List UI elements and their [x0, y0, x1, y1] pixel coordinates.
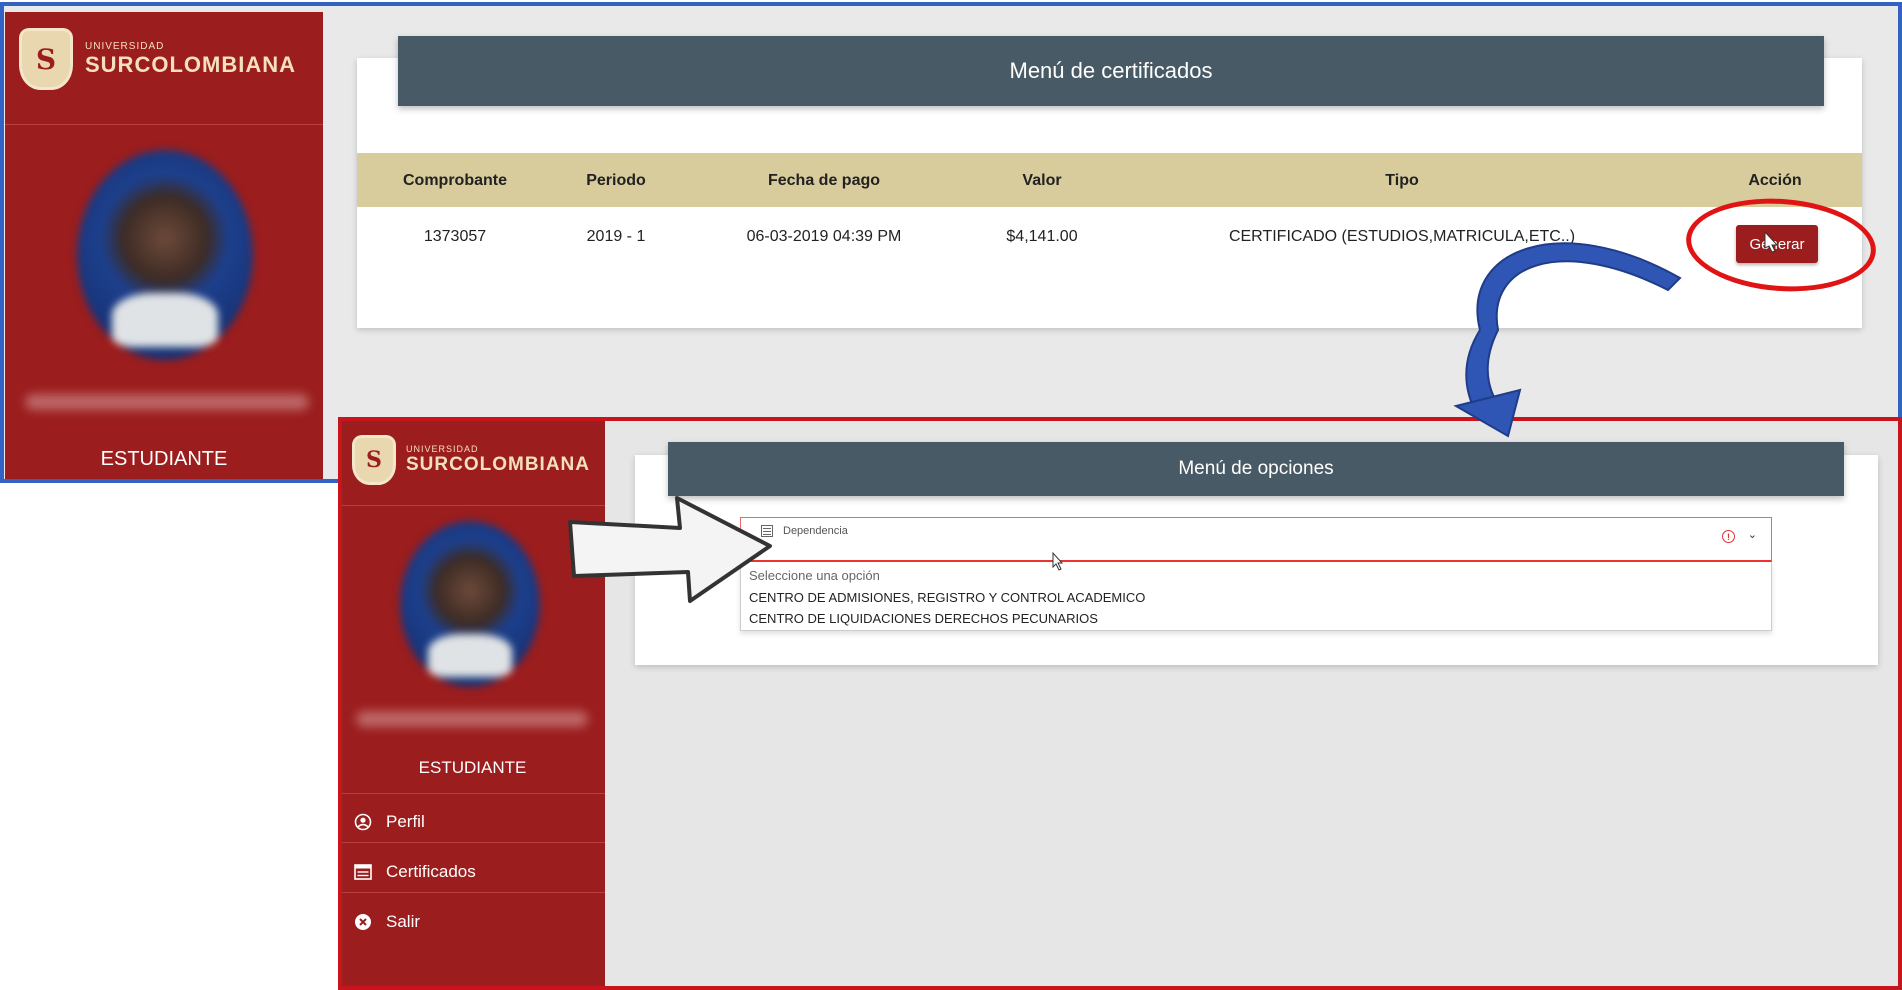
- sidebar-item-label: Salir: [386, 912, 421, 931]
- options-screen: S UNIVERSIDAD SURCOLOMBIANA ESTUDIANTE P…: [340, 419, 1902, 990]
- certificates-screen: S UNIVERSIDAD SURCOLOMBIANA ESTUDIANTE M…: [2, 4, 1899, 482]
- sidebar-item-label: Certificados: [386, 862, 476, 881]
- error-icon: !: [1722, 530, 1735, 543]
- column-header-accion: Acción: [1748, 172, 1802, 189]
- university-logo: S UNIVERSIDAD SURCOLOMBIANA: [352, 435, 590, 485]
- divider: [5, 124, 323, 125]
- logo-prefix: UNIVERSIDAD: [406, 444, 479, 454]
- sidebar-item-perfil[interactable]: Perfil: [354, 812, 425, 832]
- dropdown-list: Seleccione una opción CENTRO DE ADMISION…: [740, 562, 1772, 631]
- role-label: ESTUDIANTE: [418, 758, 527, 777]
- dropdown-placeholder[interactable]: Seleccione una opción: [749, 568, 880, 583]
- column-header-tipo: Tipo: [1385, 172, 1419, 189]
- column-header-fecha-pago: Fecha de pago: [767, 172, 881, 189]
- select-label: Dependencia: [783, 525, 848, 537]
- blurred-student-name: [356, 711, 588, 727]
- page-title: Menú de opciones: [668, 442, 1844, 496]
- user-circle-icon: [354, 813, 372, 831]
- cell-valor: $4,141.00: [1006, 228, 1078, 245]
- column-header-comprobante: Comprobante: [403, 172, 507, 189]
- role-label: ESTUDIANTE: [100, 448, 228, 470]
- column-header-valor: Valor: [1022, 172, 1062, 189]
- sidebar: S UNIVERSIDAD SURCOLOMBIANA ESTUDIANTE: [5, 12, 323, 482]
- cell-comprobante: 1373057: [423, 228, 487, 245]
- university-logo: S UNIVERSIDAD SURCOLOMBIANA: [19, 28, 296, 90]
- dropdown-option[interactable]: CENTRO DE LIQUIDACIONES DERECHOS PECUNAR…: [749, 611, 1098, 626]
- avatar: [77, 150, 253, 360]
- dropdown-option[interactable]: CENTRO DE ADMISIONES, REGISTRO Y CONTROL…: [749, 590, 1145, 605]
- divider: [340, 842, 605, 843]
- cell-fecha-pago: 06-03-2019 04:39 PM: [746, 228, 902, 245]
- chevron-down-icon: ⌄: [1747, 529, 1757, 541]
- divider: [340, 892, 605, 893]
- dependencia-select[interactable]: Dependencia ! ⌄: [740, 517, 1772, 562]
- logo-name: SURCOLOMBIANA: [85, 51, 296, 77]
- column-header-periodo: Periodo: [586, 172, 646, 189]
- close-circle-icon: [354, 913, 372, 931]
- table-header: [357, 153, 1862, 207]
- page-title: Menú de certificados: [398, 36, 1824, 106]
- university-shield-icon: S: [352, 435, 396, 485]
- sidebar-item-label: Perfil: [386, 812, 425, 831]
- divider: [340, 505, 605, 506]
- blurred-student-name: [25, 394, 309, 410]
- cell-tipo: CERTIFICADO (ESTUDIOS,MATRICULA,ETC..): [1228, 228, 1576, 245]
- sidebar-item-salir[interactable]: Salir: [354, 912, 420, 932]
- logo-prefix: UNIVERSIDAD: [85, 40, 165, 52]
- divider: [340, 793, 605, 794]
- university-shield-icon: S: [19, 28, 73, 90]
- cell-periodo: 2019 - 1: [586, 228, 646, 245]
- sidebar-item-certificados[interactable]: Certificados: [354, 862, 476, 882]
- list-icon: [761, 525, 773, 537]
- sidebar: S UNIVERSIDAD SURCOLOMBIANA ESTUDIANTE P…: [340, 419, 605, 990]
- logo-name: SURCOLOMBIANA: [406, 454, 590, 475]
- certificate-icon: [354, 863, 372, 881]
- avatar: [400, 521, 540, 687]
